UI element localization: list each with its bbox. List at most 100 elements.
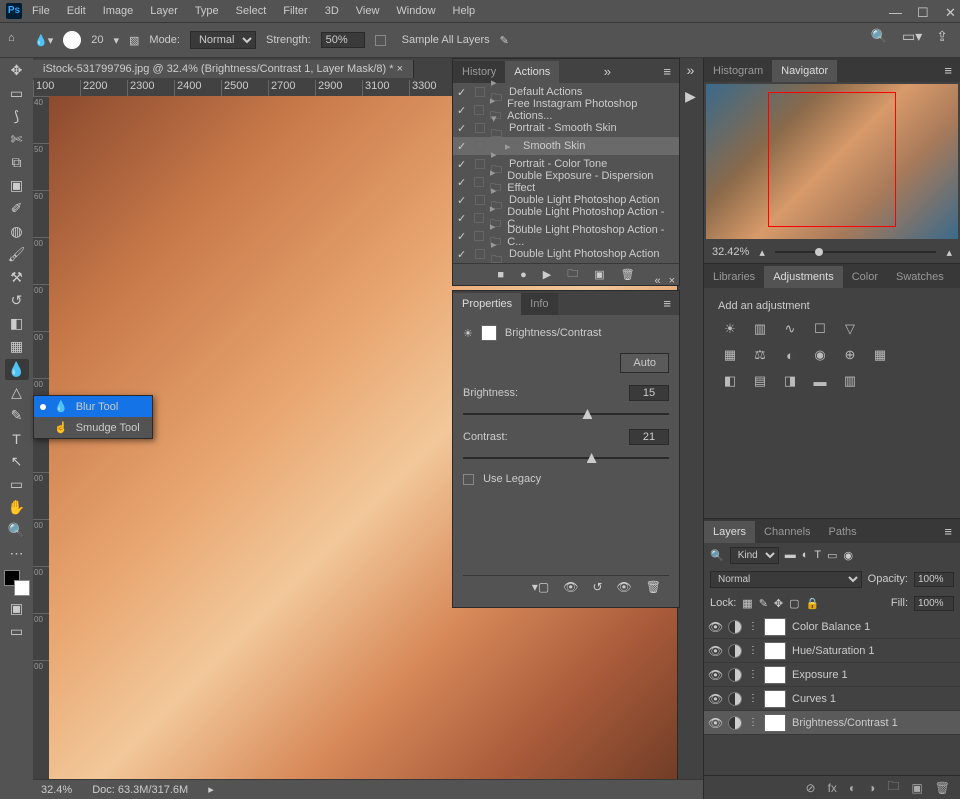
share-icon[interactable]: ⇪ bbox=[936, 28, 948, 45]
adj-selective-icon[interactable]: ▥ bbox=[840, 372, 860, 390]
check-icon[interactable]: ✓ bbox=[457, 104, 468, 117]
menu-layer[interactable]: Layer bbox=[143, 3, 185, 19]
tab-layers[interactable]: Layers bbox=[704, 521, 755, 543]
workspace-icon[interactable]: ▭▾ bbox=[902, 28, 922, 45]
close-icon[interactable]: ✕ bbox=[938, 3, 952, 15]
mask-thumb[interactable] bbox=[764, 666, 786, 684]
record-icon[interactable]: ● bbox=[520, 269, 527, 281]
dialog-toggle[interactable] bbox=[474, 105, 484, 115]
check-icon[interactable]: ✓ bbox=[457, 158, 469, 171]
search-icon[interactable]: 🔍 bbox=[871, 28, 888, 45]
adj-thumb-icon[interactable] bbox=[728, 668, 742, 682]
sample-all-checkbox[interactable] bbox=[375, 35, 386, 46]
layer-row[interactable]: 👁⋮Color Balance 1 bbox=[704, 615, 960, 639]
menu-select[interactable]: Select bbox=[229, 3, 274, 19]
navigator-preview[interactable] bbox=[706, 84, 958, 239]
menu-image[interactable]: Image bbox=[96, 3, 141, 19]
panel-menu-icon[interactable]: ≡ bbox=[953, 265, 960, 288]
menu-edit[interactable]: Edit bbox=[60, 3, 93, 19]
auto-button[interactable]: Auto bbox=[620, 353, 669, 373]
status-zoom[interactable]: 32.4% bbox=[41, 784, 72, 796]
adj-posterize-icon[interactable]: ▤ bbox=[750, 372, 770, 390]
lock-trans-icon[interactable]: ▦ bbox=[742, 597, 752, 610]
brightness-slider[interactable] bbox=[463, 413, 669, 415]
visibility-icon[interactable]: 👁 bbox=[708, 644, 722, 658]
adj-thumb-icon[interactable] bbox=[728, 644, 742, 658]
check-icon[interactable]: ✓ bbox=[457, 194, 469, 207]
panel-menu-icon[interactable]: ≡ bbox=[936, 59, 960, 82]
panel-menu-icon[interactable]: ≡ bbox=[936, 520, 960, 543]
panel-menu-icon[interactable]: ≡ bbox=[655, 60, 679, 83]
hand-tool[interactable]: ✋ bbox=[5, 497, 29, 518]
adj-levels-icon[interactable]: ▥ bbox=[750, 320, 770, 338]
adj-thumb-icon[interactable] bbox=[728, 692, 742, 706]
flyout-blur-tool[interactable]: 💧 Blur Tool bbox=[34, 396, 152, 417]
history-brush-tool[interactable]: ↺ bbox=[5, 290, 29, 311]
dialog-toggle[interactable] bbox=[474, 177, 484, 187]
blur-tool[interactable]: 💧 bbox=[5, 359, 29, 380]
brush-picker-icon[interactable]: ▾ bbox=[113, 34, 119, 47]
tab-histogram[interactable]: Histogram bbox=[704, 60, 772, 82]
adj-thumb-icon[interactable] bbox=[728, 620, 742, 634]
tab-properties[interactable]: Properties bbox=[453, 293, 521, 315]
clip-icon[interactable]: ▾▢ bbox=[532, 580, 549, 594]
dialog-toggle[interactable] bbox=[475, 249, 485, 259]
zoom-out-icon[interactable]: ▴ bbox=[759, 246, 765, 259]
gradient-tool[interactable]: ▦ bbox=[5, 336, 29, 357]
tab-channels[interactable]: Channels bbox=[755, 521, 819, 543]
mask-thumb[interactable] bbox=[764, 690, 786, 708]
dialog-toggle[interactable] bbox=[475, 123, 485, 133]
nav-zoom-value[interactable]: 32.42% bbox=[712, 246, 749, 258]
play-action-icon[interactable]: ▶ bbox=[543, 268, 551, 281]
quick-select-tool[interactable]: ✄ bbox=[5, 129, 29, 150]
crop-tool[interactable]: ⧉ bbox=[5, 152, 29, 173]
delete-layer-icon[interactable]: 🗑 bbox=[935, 781, 950, 795]
opacity-input[interactable] bbox=[914, 572, 954, 587]
dialog-toggle[interactable] bbox=[475, 159, 485, 169]
tab-adjustments[interactable]: Adjustments bbox=[764, 266, 843, 288]
delete-adj-icon[interactable]: 🗑 bbox=[646, 580, 661, 594]
dialog-toggle[interactable] bbox=[474, 231, 484, 241]
flyout-smudge-tool[interactable]: ☝ Smudge Tool bbox=[34, 417, 152, 438]
doc-tab[interactable]: iStock-531799796.jpg @ 32.4% (Brightness… bbox=[33, 60, 414, 78]
action-row[interactable]: ✓▸ 🗀Double Exposure - Dispersion Effect bbox=[453, 173, 679, 191]
tab-actions[interactable]: Actions bbox=[505, 61, 559, 83]
tab-navigator[interactable]: Navigator bbox=[772, 60, 837, 82]
menu-help[interactable]: Help bbox=[446, 3, 483, 19]
layer-row[interactable]: 👁⋮Hue/Saturation 1 bbox=[704, 639, 960, 663]
mask-thumb[interactable] bbox=[764, 618, 786, 636]
blur-tool-icon[interactable]: 💧▾ bbox=[34, 34, 53, 47]
layer-fx-icon[interactable]: fx bbox=[828, 781, 837, 795]
dodge-tool[interactable]: △ bbox=[5, 382, 29, 403]
mask-thumb[interactable] bbox=[764, 642, 786, 660]
visibility-icon[interactable]: 👁 bbox=[708, 668, 722, 682]
mask-thumb[interactable] bbox=[764, 714, 786, 732]
toggle-vis-icon[interactable]: 👁 bbox=[617, 580, 632, 594]
layer-name[interactable]: Curves 1 bbox=[792, 693, 836, 705]
adj-brightness-icon[interactable]: ☀ bbox=[720, 320, 740, 338]
pen-tool[interactable]: ✎ bbox=[5, 405, 29, 426]
dialog-toggle[interactable] bbox=[475, 195, 485, 205]
new-adj-icon[interactable]: ◑ bbox=[868, 781, 875, 795]
lock-art-icon[interactable]: ▢ bbox=[789, 597, 799, 610]
home-icon[interactable]: ⌂ bbox=[8, 32, 24, 48]
layer-row[interactable]: 👁⋮Brightness/Contrast 1 bbox=[704, 711, 960, 735]
fill-input[interactable] bbox=[914, 596, 954, 611]
blend-select[interactable]: Normal bbox=[710, 571, 862, 588]
visibility-icon[interactable]: 👁 bbox=[708, 716, 722, 730]
mode-select[interactable]: Normal bbox=[190, 31, 256, 49]
view-prev-icon[interactable]: 👁 bbox=[563, 580, 578, 594]
lock-all-icon[interactable]: 🔒 bbox=[806, 597, 820, 610]
layer-name[interactable]: Brightness/Contrast 1 bbox=[792, 717, 898, 729]
dialog-toggle[interactable] bbox=[475, 87, 485, 97]
filter-adj-icon[interactable]: ◐ bbox=[802, 549, 809, 561]
action-row[interactable]: ✓▸Smooth Skin bbox=[453, 137, 679, 155]
pressure-icon[interactable]: ✎ bbox=[500, 34, 509, 47]
strength-input[interactable] bbox=[321, 32, 365, 48]
lock-pos-icon[interactable]: ✥ bbox=[774, 597, 783, 610]
delete-action-icon[interactable]: 🗑 bbox=[621, 268, 635, 281]
minimize-icon[interactable]: — bbox=[882, 3, 896, 15]
brush-panel-icon[interactable]: ▧ bbox=[129, 34, 139, 47]
brightness-value[interactable]: 15 bbox=[629, 385, 669, 401]
stamp-tool[interactable]: ⚒ bbox=[5, 267, 29, 288]
